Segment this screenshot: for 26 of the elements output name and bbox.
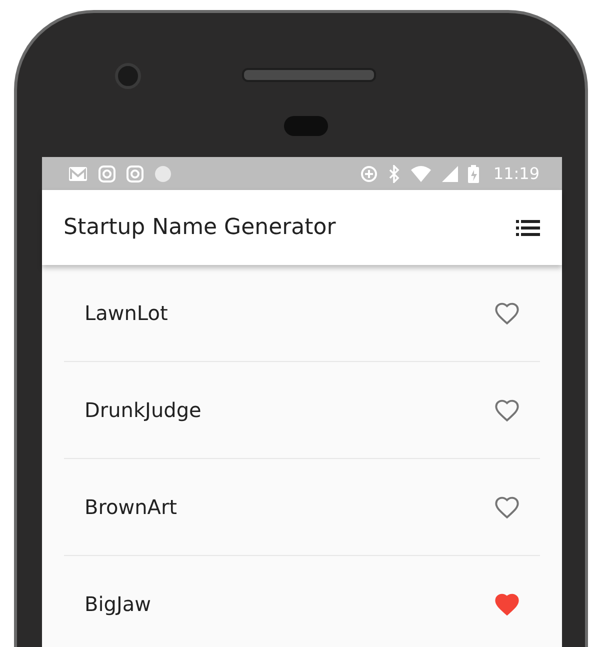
heart-icon[interactable] xyxy=(494,398,520,422)
list-row[interactable]: BigJaw xyxy=(64,556,540,647)
app-title: Startup Name Generator xyxy=(64,215,336,240)
list-icon[interactable] xyxy=(516,218,540,236)
dot-icon xyxy=(154,164,172,182)
heart-icon[interactable] xyxy=(494,495,520,519)
wifi-icon xyxy=(410,164,432,182)
list-row[interactable]: BrownArt xyxy=(64,459,540,556)
startup-name: BrownArt xyxy=(84,495,178,519)
status-time: 11:19 xyxy=(493,164,540,183)
mail-icon xyxy=(68,166,88,182)
heart-icon[interactable] xyxy=(494,592,520,616)
list-row[interactable]: LawnLot xyxy=(64,265,540,362)
startup-name: DrunkJudge xyxy=(84,398,202,422)
sync-icon xyxy=(360,164,378,182)
battery-icon xyxy=(468,164,480,182)
camera-lens xyxy=(114,63,140,89)
sensor xyxy=(284,116,328,136)
startup-name: BigJaw xyxy=(84,592,151,616)
camera-icon xyxy=(98,164,116,182)
list-row[interactable]: DrunkJudge xyxy=(64,362,540,459)
camera-icon xyxy=(126,164,144,182)
signal-icon xyxy=(442,166,458,182)
bluetooth-icon xyxy=(388,164,400,182)
heart-icon[interactable] xyxy=(494,301,520,325)
startup-name: LawnLot xyxy=(84,301,168,325)
